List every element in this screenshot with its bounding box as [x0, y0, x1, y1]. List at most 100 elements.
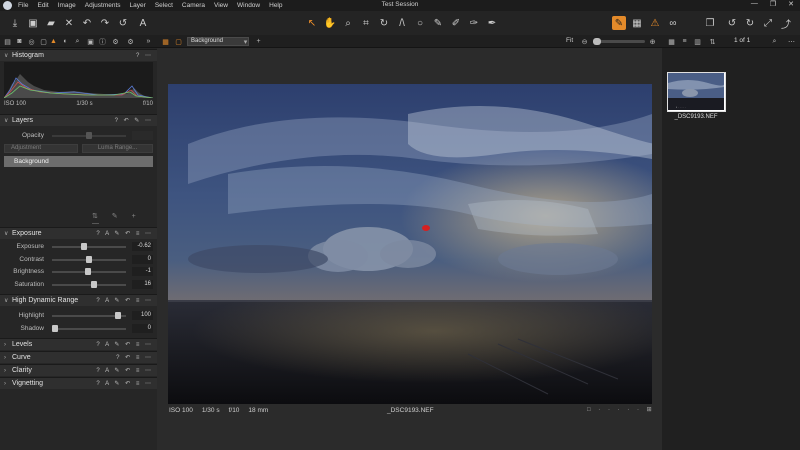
exposure-slider-slider-knob[interactable]	[90, 281, 97, 289]
chevron-down-icon[interactable]: ∨	[4, 230, 12, 237]
text-icon[interactable]: A	[136, 16, 150, 30]
zoom-out-icon[interactable]: ⊖	[580, 37, 589, 46]
hdr-slider-slider[interactable]	[52, 324, 126, 332]
exposure-slider-slider[interactable]	[52, 255, 126, 263]
exposure-header[interactable]: ∨ Exposure ? A ✎ ↶ ≡ ⋯	[0, 227, 157, 239]
opacity-value[interactable]	[132, 131, 153, 140]
menu-file[interactable]: File	[18, 2, 28, 9]
keystone-tool-icon[interactable]: /\	[395, 16, 409, 30]
chevron-right-icon[interactable]: ›	[4, 368, 12, 374]
detail-tab-icon[interactable]: ⌕	[73, 37, 82, 46]
import-icon[interactable]: ⤓	[8, 16, 22, 30]
zoom-tool-icon[interactable]: ⌕	[341, 16, 355, 30]
grid-view-icon[interactable]: ▦	[630, 16, 644, 30]
curve-header[interactable]: › Curve ? ↶ ≡ ⋯	[0, 351, 157, 363]
chevron-down-icon[interactable]: ∨	[4, 117, 12, 124]
menu-adjustments[interactable]: Adjustments	[85, 2, 121, 9]
exposure-tools[interactable]: ? A ✎ ↶ ≡ ⋯	[96, 230, 153, 237]
more-tab-icon[interactable]: »	[144, 37, 153, 46]
color-tab-icon[interactable]: ◐	[61, 37, 70, 46]
crop-tool-icon[interactable]: ⌗	[359, 16, 373, 30]
rotate-tool-icon[interactable]: ↻	[377, 16, 391, 30]
add-layer-icon[interactable]: +	[254, 37, 263, 46]
layers-tools[interactable]: ? ↶ ✎ ⋯	[115, 117, 153, 124]
browser-filmstrip-icon[interactable]: ▥	[693, 37, 702, 46]
zoom-in-icon[interactable]: ⊕	[648, 37, 657, 46]
histogram-tools[interactable]: ? ⋯	[136, 52, 153, 59]
browser-grid-icon[interactable]: ▦	[667, 37, 676, 46]
hdr-slider-slider-knob[interactable]	[52, 324, 58, 332]
expand-icon[interactable]: ⤢	[761, 16, 775, 30]
picker-tool-icon[interactable]: ✎	[431, 16, 445, 30]
exposure-slider-slider[interactable]	[52, 268, 126, 276]
hdr-header[interactable]: ∨ High Dynamic Range ? A ✎ ↶ ≡ ⋯	[0, 294, 157, 306]
chevron-right-icon[interactable]: ›	[4, 381, 12, 387]
clarity-tools[interactable]: ? A ✎ ↶ ≡ ⋯	[96, 367, 153, 374]
rotate-right-icon[interactable]: ↻	[743, 16, 757, 30]
chevron-right-icon[interactable]: ›	[4, 355, 12, 361]
camera-icon[interactable]: ▣	[26, 16, 40, 30]
glasses-icon[interactable]: ∞	[666, 16, 680, 30]
thumbnail[interactable]: • · · · · ·	[667, 72, 726, 112]
search-icon[interactable]: ⌕	[770, 37, 779, 46]
folder-icon[interactable]: ▰	[44, 16, 58, 30]
info-tab-icon[interactable]: ⓘ	[98, 37, 107, 46]
opacity-slider[interactable]	[52, 132, 126, 139]
menu-select[interactable]: Select	[155, 2, 173, 9]
background-layer-item[interactable]: Background	[4, 156, 153, 167]
exposure-slider-slider[interactable]	[52, 281, 126, 289]
exposure-slider-value[interactable]: 0	[132, 254, 153, 264]
viewer-layout-icon[interactable]: ▦	[161, 37, 170, 46]
zoom-slider[interactable]	[593, 38, 645, 45]
gradient-tool-icon[interactable]: ✑	[467, 16, 481, 30]
menu-camera[interactable]: Camera	[182, 2, 205, 9]
minimize-button[interactable]: —	[751, 0, 758, 8]
pan-tool-icon[interactable]: ✋	[323, 16, 337, 30]
layers-header[interactable]: ∨ Layers ? ↶ ✎ ⋯	[0, 114, 157, 126]
undo-icon[interactable]: ↶	[80, 16, 94, 30]
exposure-slider-slider[interactable]	[52, 243, 126, 250]
spot-tool-icon[interactable]: ○	[413, 16, 427, 30]
crop-tab-icon[interactable]: ▢	[39, 37, 48, 46]
levels-header[interactable]: › Levels ? A ✎ ↶ ≡ ⋯	[0, 338, 157, 350]
menu-help[interactable]: Help	[269, 2, 282, 9]
cursor-tool-icon[interactable]: ↖	[305, 16, 319, 30]
warning-icon[interactable]: ⚠	[648, 16, 662, 30]
single-view-icon[interactable]: ▢	[174, 37, 183, 46]
more-icon[interactable]: ⋯	[787, 37, 796, 46]
delete-icon[interactable]: ✕	[62, 16, 76, 30]
exposure-slider-value[interactable]: -0.62	[132, 242, 153, 251]
rotate-left-icon[interactable]: ↺	[725, 16, 739, 30]
main-photo[interactable]	[168, 84, 652, 404]
hdr-slider-slider[interactable]	[52, 312, 126, 319]
sort-icon[interactable]: ⇅	[708, 37, 717, 46]
adjustment-dropdown[interactable]: Adjustment	[4, 144, 78, 153]
chevron-down-icon[interactable]: ∨	[4, 52, 12, 59]
hdr-slider-slider-knob[interactable]	[114, 312, 121, 319]
lens-tab-icon[interactable]: ◎	[27, 37, 36, 46]
clarity-header[interactable]: › Clarity ? A ✎ ↶ ≡ ⋯	[0, 364, 157, 376]
redo-icon[interactable]: ↷	[98, 16, 112, 30]
brush-tool-icon[interactable]: ✐	[449, 16, 463, 30]
menu-window[interactable]: Window	[237, 2, 260, 9]
zoom-fit-label[interactable]: Fit	[566, 37, 573, 44]
exposure-tab-icon[interactable]: ▲	[49, 37, 58, 46]
settings-tab-icon[interactable]: ⚙	[126, 37, 135, 46]
menu-layer[interactable]: Layer	[130, 2, 146, 9]
luma-range-button[interactable]: Luma Range...	[82, 144, 153, 153]
restore-button[interactable]: ❐	[770, 0, 776, 8]
rating-dots-icon[interactable]: □ · · · · · ⊞	[587, 406, 655, 413]
hdr-slider-value[interactable]: 0	[132, 323, 153, 333]
output-tab-icon[interactable]: ⚙	[111, 37, 120, 46]
library-tab-icon[interactable]: ▤	[3, 37, 12, 46]
browser-list-icon[interactable]: ≡	[680, 37, 689, 46]
opacity-slider-knob[interactable]	[86, 132, 92, 139]
capture-tab-icon[interactable]: ◙	[15, 37, 24, 46]
vignetting-header[interactable]: › Vignetting ? A ✎ ↶ ≡ ⋯	[0, 377, 157, 389]
exposure-slider-value[interactable]: 16	[132, 280, 153, 290]
eraser-tool-icon[interactable]: ✒	[485, 16, 499, 30]
menu-image[interactable]: Image	[58, 2, 76, 9]
curve-tools[interactable]: ? ↶ ≡ ⋯	[116, 354, 153, 361]
vignetting-tools[interactable]: ? A ✎ ↶ ≡ ⋯	[96, 380, 153, 387]
export-icon[interactable]: ⤴	[779, 16, 793, 31]
